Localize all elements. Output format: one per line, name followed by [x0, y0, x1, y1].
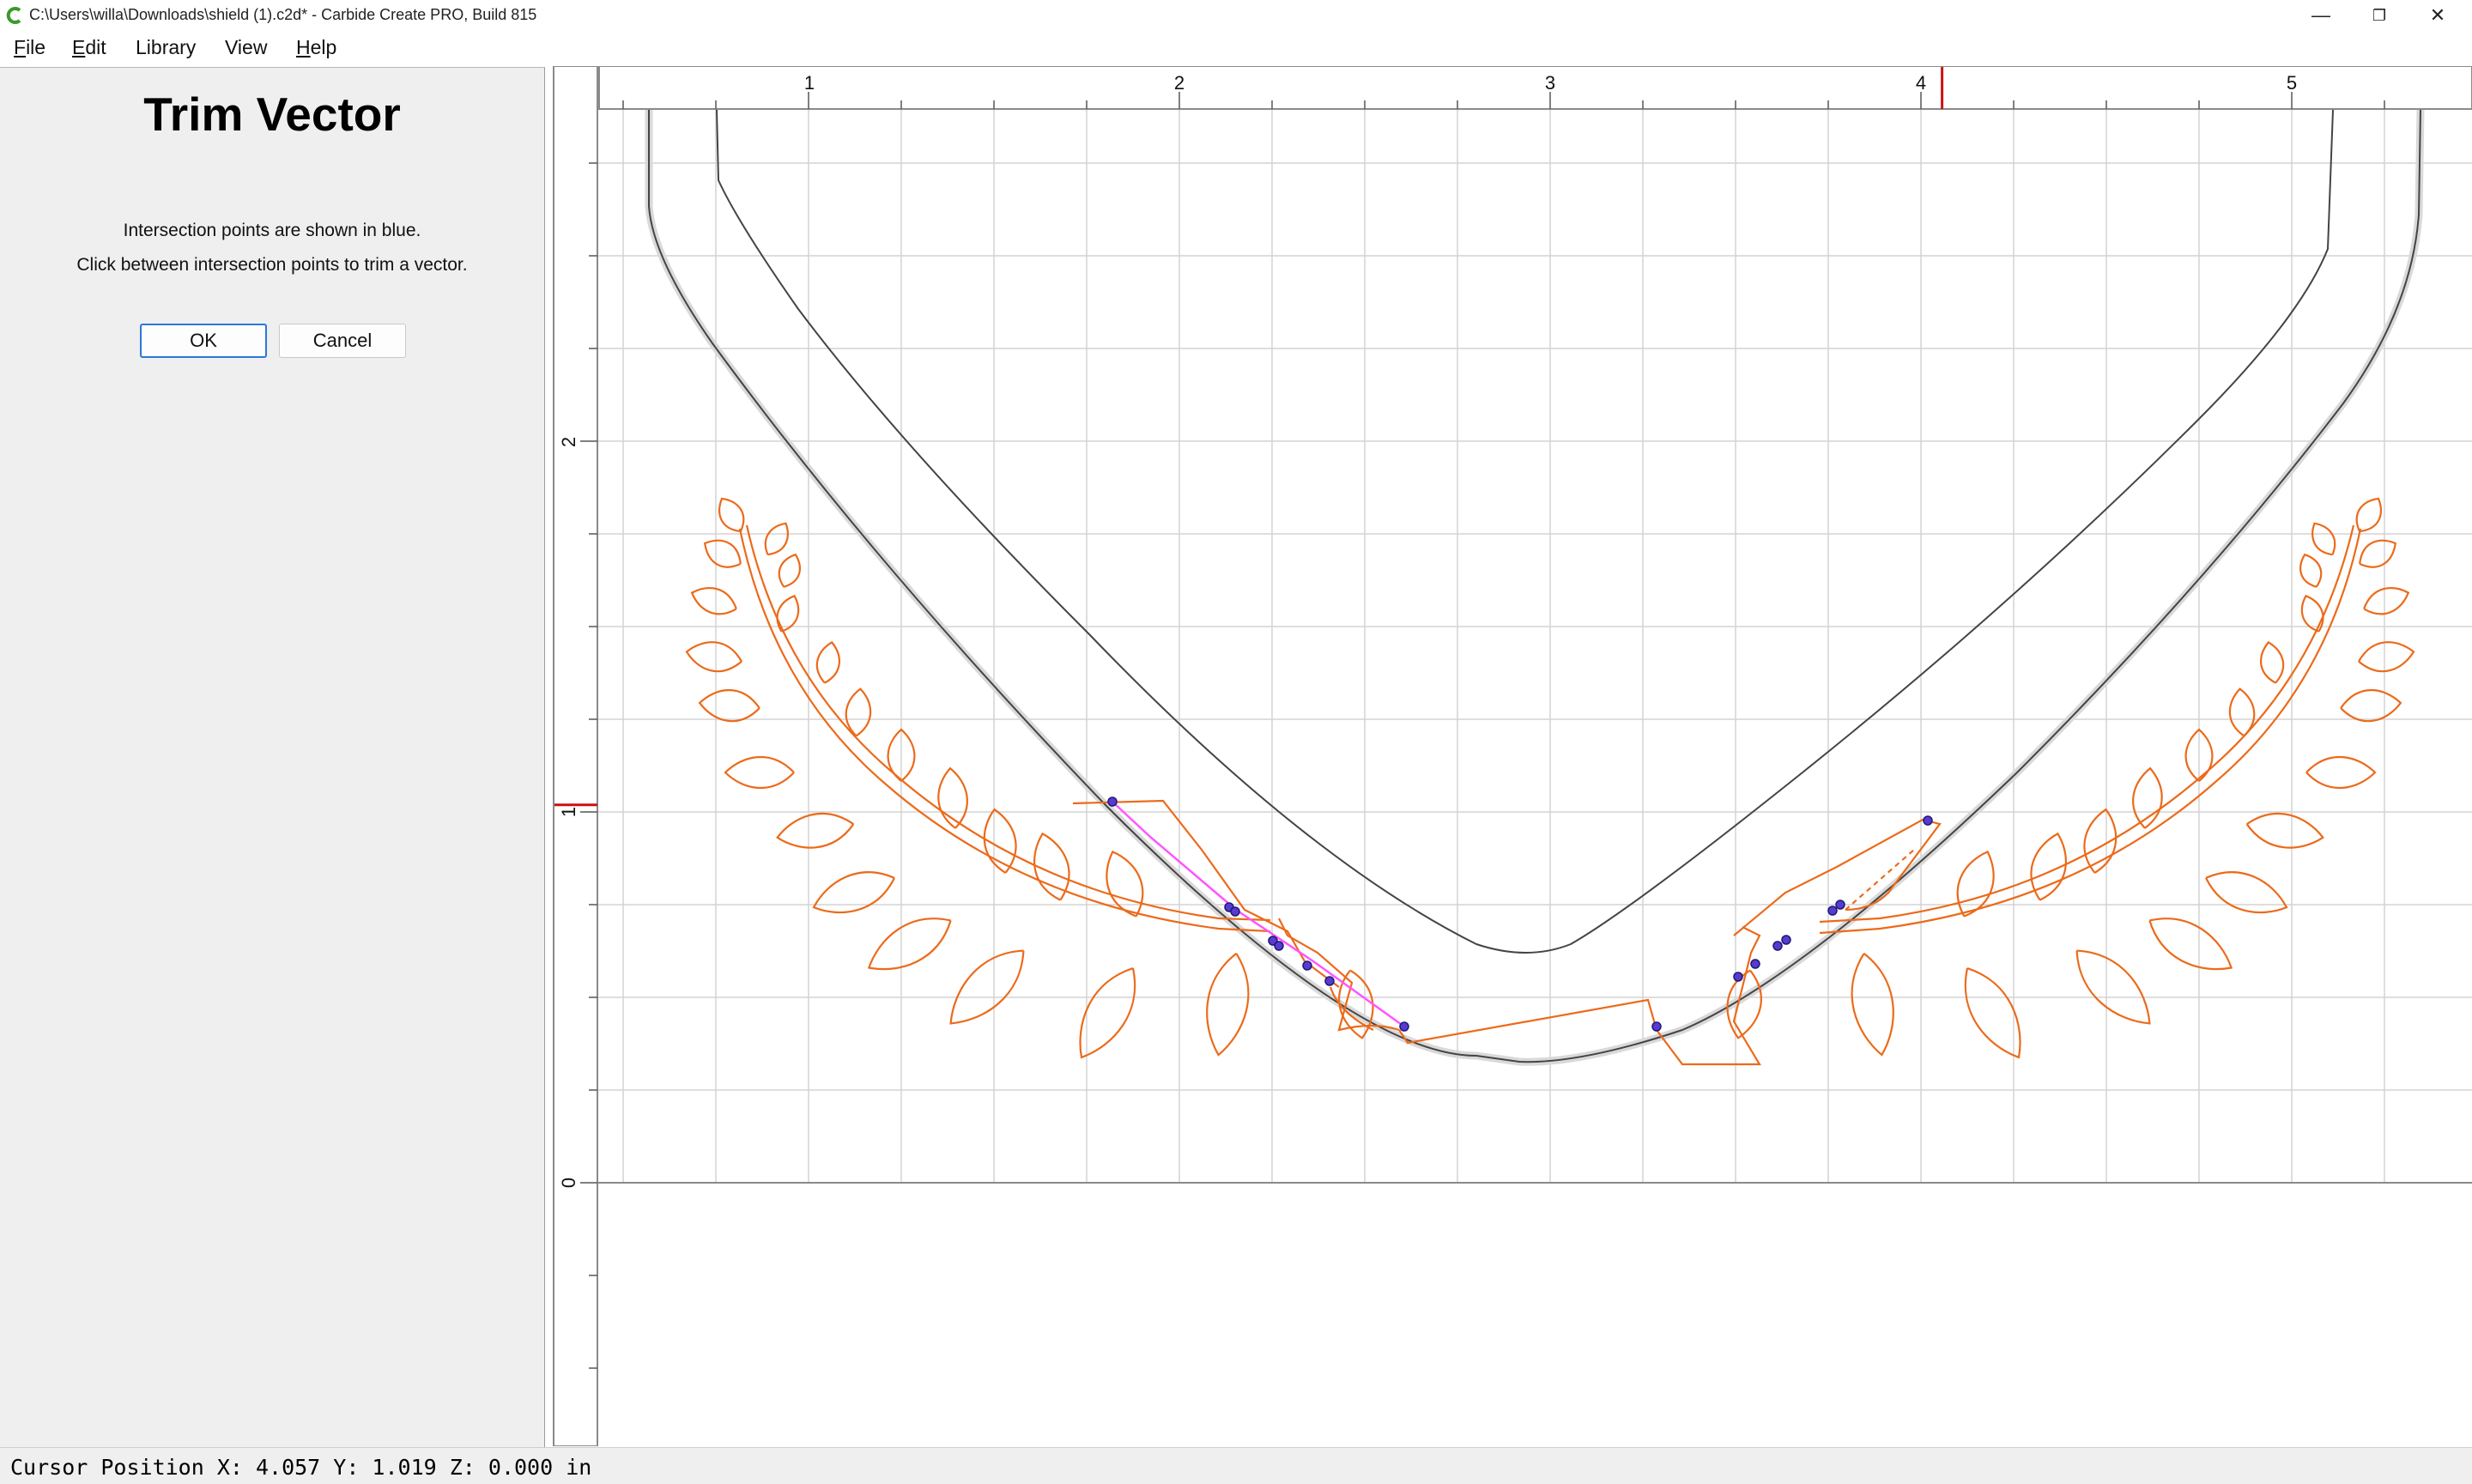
ruler-x-label: 5 [2287, 72, 2297, 94]
cursor-position: Cursor Position X: 4.057 Y: 1.019 Z: 0.0… [10, 1455, 592, 1480]
restore-icon: ❐ [2372, 6, 2387, 24]
window-title: C:\Users\willa\Downloads\shield (1).c2d*… [29, 6, 537, 23]
ruler-x-label: 4 [1916, 72, 1926, 94]
intersection-point[interactable] [1772, 941, 1783, 951]
intersection-point[interactable] [1827, 906, 1838, 916]
intersection-point[interactable] [1651, 1021, 1662, 1032]
panel-title: Trim Vector [143, 88, 401, 141]
intersection-point[interactable] [1750, 959, 1760, 969]
menu-file[interactable]: File [14, 36, 45, 59]
intersection-point[interactable] [1781, 935, 1791, 945]
intersection-point[interactable] [1230, 906, 1240, 917]
intersection-point[interactable] [1274, 941, 1284, 951]
ruler-x-label: 2 [1174, 72, 1184, 94]
menu-edit[interactable]: Edit [72, 36, 106, 59]
trim-vector-panel: Trim Vector Intersection points are show… [0, 67, 545, 1447]
intersection-point[interactable] [1107, 797, 1118, 807]
status-bar: Cursor Position X: 4.057 Y: 1.019 Z: 0.0… [0, 1447, 2472, 1484]
ruler-y-label: 1 [558, 807, 579, 817]
intersection-point[interactable] [1302, 960, 1312, 971]
minimize-icon: — [2311, 4, 2330, 26]
carbide-create-icon [6, 7, 21, 24]
intersection-point[interactable] [1733, 972, 1743, 982]
cancel-button[interactable]: Cancel [279, 324, 406, 358]
menu-help[interactable]: Help [296, 36, 336, 59]
restore-button[interactable]: ❐ [2350, 0, 2408, 31]
intersection-point[interactable] [1835, 899, 1845, 910]
ruler-y-label: 0 [558, 1178, 579, 1188]
close-button[interactable]: ✕ [2408, 0, 2467, 31]
ruler-x-label: 3 [1545, 72, 1555, 94]
ok-button[interactable]: OK [140, 324, 267, 358]
menu-library[interactable]: Library [136, 36, 196, 59]
instruction-intersection: Intersection points are shown in blue. [123, 221, 421, 240]
ruler-x-label: 1 [804, 72, 815, 94]
intersection-point[interactable] [1399, 1021, 1409, 1032]
title-bar: C:\Users\willa\Downloads\shield (1).c2d*… [0, 0, 2472, 31]
close-icon: ✕ [2429, 4, 2446, 26]
menu-bar: File Edit Library View Help [0, 31, 2472, 65]
intersection-point[interactable] [1923, 815, 1933, 826]
ruler-y-label: 2 [558, 437, 579, 447]
instruction-click: Click between intersection points to tri… [76, 255, 468, 275]
vertical-ruler: 2 1 0 [553, 65, 598, 1447]
menu-view[interactable]: View [225, 36, 267, 59]
design-canvas[interactable]: 1 2 3 4 5 2 1 0 [553, 65, 2472, 1447]
intersection-point[interactable] [1324, 976, 1335, 986]
minimize-button[interactable]: — [2292, 0, 2350, 31]
horizontal-ruler: 1 2 3 4 5 [597, 65, 2472, 110]
